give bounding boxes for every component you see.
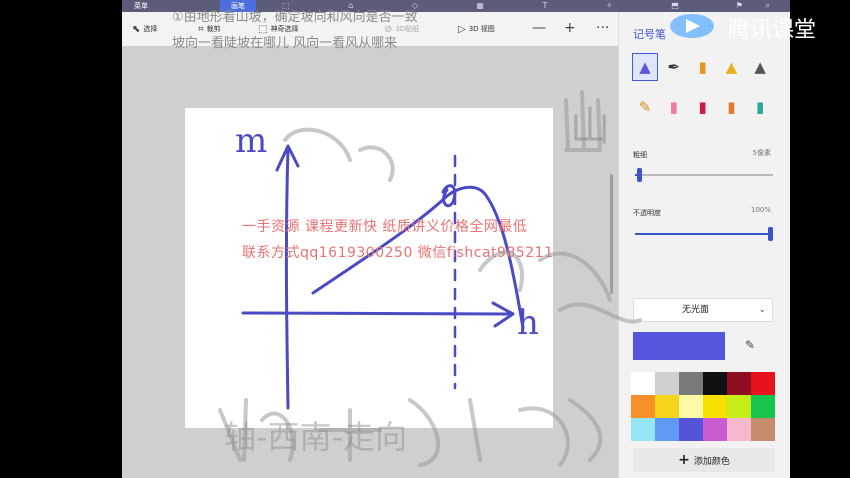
workspace: m h [122, 46, 618, 478]
pixel-pen-icon: ▲ [754, 58, 766, 76]
eyedropper-icon[interactable]: ✎ [745, 338, 755, 352]
watercolor-brush-brush-button[interactable]: ▲ [719, 54, 743, 80]
view3d-label: 3D 视图 [468, 25, 495, 33]
crayon-icon: ▮ [698, 98, 707, 116]
plus-icon: + [678, 452, 690, 468]
color-swatch[interactable] [703, 372, 727, 395]
logo-mark [670, 14, 714, 38]
pencil-brush-button[interactable]: ✎ [633, 94, 657, 120]
spray-can-icon: ▮ [727, 98, 736, 116]
color-swatch[interactable] [727, 418, 751, 441]
opacity-label: 不透明度 [633, 209, 661, 217]
marker-brush-button[interactable]: ▲ [632, 53, 658, 81]
thickness-label: 粗细 [633, 151, 647, 159]
add-color-label: 添加颜色 [693, 456, 730, 467]
sketch-layer: m h [235, 121, 539, 410]
color-swatch[interactable] [727, 395, 751, 418]
more-button[interactable]: ··· [596, 20, 609, 36]
opacity-fill [635, 233, 773, 235]
vertical-scrollbar[interactable] [610, 174, 613, 294]
calligraphy-pen-brush-button[interactable]: ✒ [662, 54, 686, 80]
add-color-button[interactable]: + 添加颜色 [633, 448, 775, 472]
color-swatch[interactable] [703, 395, 727, 418]
x-axis-stroke [241, 311, 515, 316]
thickness-slider[interactable] [635, 168, 773, 182]
x-axis-label: h [517, 303, 539, 343]
thickness-knob[interactable] [637, 168, 643, 182]
pixel-pen-brush-button[interactable]: ▲ [748, 54, 772, 80]
curve-stroke [311, 185, 525, 330]
logo-text: 腾讯课堂 [728, 18, 817, 43]
opacity-slider[interactable] [635, 227, 773, 241]
oil-brush-brush-button[interactable]: ▮ [691, 54, 715, 80]
fill-bucket-brush-button[interactable]: ▮ [748, 94, 772, 120]
calligraphy-pen-icon: ✒ [667, 58, 681, 76]
spray-can-brush-button[interactable]: ▮ [719, 94, 743, 120]
select-label: 选择 [143, 25, 158, 33]
zoom-in-button[interactable]: + [564, 20, 576, 36]
color-swatch[interactable] [751, 372, 775, 395]
watercolor-brush-icon: ▲ [725, 58, 738, 76]
select-button[interactable]: ⬉ 选择 [132, 21, 157, 37]
color-swatch[interactable] [727, 372, 751, 395]
color-swatch[interactable] [679, 395, 703, 418]
texture-value: 无光面 [682, 305, 710, 315]
color-swatch[interactable] [655, 395, 679, 418]
note-line-1: ①由地形看山坡，确定坡向和风向是否一致 [172, 10, 418, 25]
opacity-value: 100% [750, 206, 771, 214]
color-swatch[interactable] [679, 372, 703, 395]
color-swatch[interactable] [679, 418, 703, 441]
eraser-brush-button[interactable]: ▮ [662, 94, 686, 120]
thickness-value: 5像素 [752, 149, 771, 157]
menu-button[interactable]: 菜单 [134, 0, 148, 12]
sticker-label: 3D贴纸 [395, 25, 420, 33]
drawing-canvas[interactable]: m h [185, 108, 553, 428]
color-palette [631, 372, 775, 441]
view3d-button[interactable]: ▷ 3D 视图 [458, 21, 495, 37]
pencil-icon: ✎ [638, 98, 652, 116]
color-swatch[interactable] [655, 418, 679, 441]
current-color-swatch[interactable] [633, 332, 725, 360]
chevron-down-icon: ⌄ [758, 305, 766, 315]
color-swatch[interactable] [631, 395, 655, 418]
color-swatch[interactable] [703, 418, 727, 441]
y-axis-stroke [284, 146, 290, 410]
y-axis-label: m [235, 121, 267, 161]
opacity-knob[interactable] [768, 227, 773, 241]
color-swatch[interactable] [751, 395, 775, 418]
marker-icon: ▲ [639, 58, 651, 76]
note-line-2: 坡向一看陡坡在哪儿 风向一看风从哪来 [172, 36, 398, 51]
fill-bucket-icon: ▮ [756, 98, 765, 116]
tencent-classroom-logo: 腾讯课堂 [668, 8, 828, 44]
color-swatch[interactable] [655, 372, 679, 395]
color-swatch[interactable] [751, 418, 775, 441]
color-swatch[interactable] [631, 372, 655, 395]
brush-panel: 记号笔 ▲ ✒ ▮ ▲ ▲ ✎ ▮ ▮ ▮ ▮ 粗细 5像素 不透明度 100% 无光面 ⌄ ✎ … [618, 12, 790, 478]
zoom-out-button[interactable]: — [532, 20, 546, 36]
oil-brush-icon: ▮ [698, 58, 707, 76]
brush-grid: ▲ ✒ ▮ ▲ ▲ ✎ ▮ ▮ ▮ ▮ [632, 53, 777, 120]
color-swatch[interactable] [631, 418, 655, 441]
texture-dropdown[interactable]: 无光面 ⌄ [633, 298, 773, 322]
crayon-brush-button[interactable]: ▮ [691, 94, 715, 120]
eraser-icon: ▮ [669, 98, 678, 116]
panel-title: 记号笔 [633, 28, 666, 41]
paint3d-window: 菜单 画笔 ⬚ ⌂ ◇ ▦ T ✧ ⬒ ⚑ ⌕ ⬉ 选择 ⌗ 裁剪 ⬚ 神奇选择… [122, 0, 790, 478]
view3d-icon: ▷ [458, 23, 466, 35]
cursor-icon: ⬉ [132, 23, 141, 35]
